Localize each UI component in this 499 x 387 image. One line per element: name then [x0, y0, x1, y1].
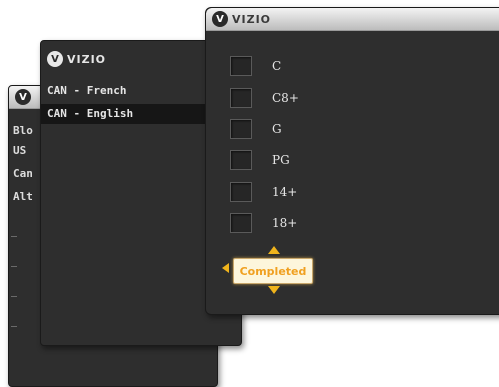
rating-label-14: 14+ — [272, 185, 298, 199]
vizio-wordmark: VIZIO — [67, 52, 107, 66]
divider — [11, 326, 17, 327]
rating-label-c: C — [272, 59, 282, 73]
rating-label-g: G — [272, 122, 282, 136]
rating-row-c8[interactable]: C8+ — [230, 88, 299, 108]
rating-checkbox-pg[interactable] — [230, 150, 252, 170]
menu-item-canada[interactable]: Can — [13, 167, 33, 180]
rating-checkbox-c8[interactable] — [230, 88, 252, 108]
nav-left-arrow-icon[interactable] — [222, 263, 229, 273]
vizio-logo-icon: V — [47, 51, 63, 67]
nav-down-arrow-icon[interactable] — [268, 286, 280, 294]
nav-up-arrow-icon[interactable] — [268, 246, 280, 254]
menu-item-alt[interactable]: Alt — [13, 190, 33, 203]
divider — [11, 236, 17, 237]
front-panel-titlebar: V VIZIO — [206, 8, 499, 31]
rating-row-g[interactable]: G — [230, 119, 282, 139]
rating-checkbox-c[interactable] — [230, 56, 252, 76]
rating-row-18[interactable]: 18+ — [230, 213, 297, 233]
rating-checkbox-18[interactable] — [230, 213, 252, 233]
can-english-ratings-panel: V VIZIO C C8+ G PG 14+ 18+ Completed — [205, 7, 499, 315]
rating-label-18: 18+ — [272, 216, 298, 230]
vizio-logo-icon: V — [15, 89, 31, 105]
divider — [11, 266, 17, 267]
divider — [11, 296, 17, 297]
rating-row-c[interactable]: C — [230, 56, 281, 76]
rating-checkbox-g[interactable] — [230, 119, 252, 139]
completed-button[interactable]: Completed — [233, 258, 313, 284]
vizio-logo-icon: V — [212, 11, 228, 27]
rating-row-pg[interactable]: PG — [230, 150, 290, 170]
menu-item-block[interactable]: Blo — [13, 124, 33, 137]
vizio-wordmark: VIZIO — [232, 12, 272, 26]
rating-row-14[interactable]: 14+ — [230, 182, 297, 202]
menu-item-us[interactable]: US — [13, 144, 26, 157]
rating-label-pg: PG — [272, 153, 290, 167]
rating-checkbox-14[interactable] — [230, 182, 252, 202]
rating-label-c8: C8+ — [272, 91, 299, 105]
